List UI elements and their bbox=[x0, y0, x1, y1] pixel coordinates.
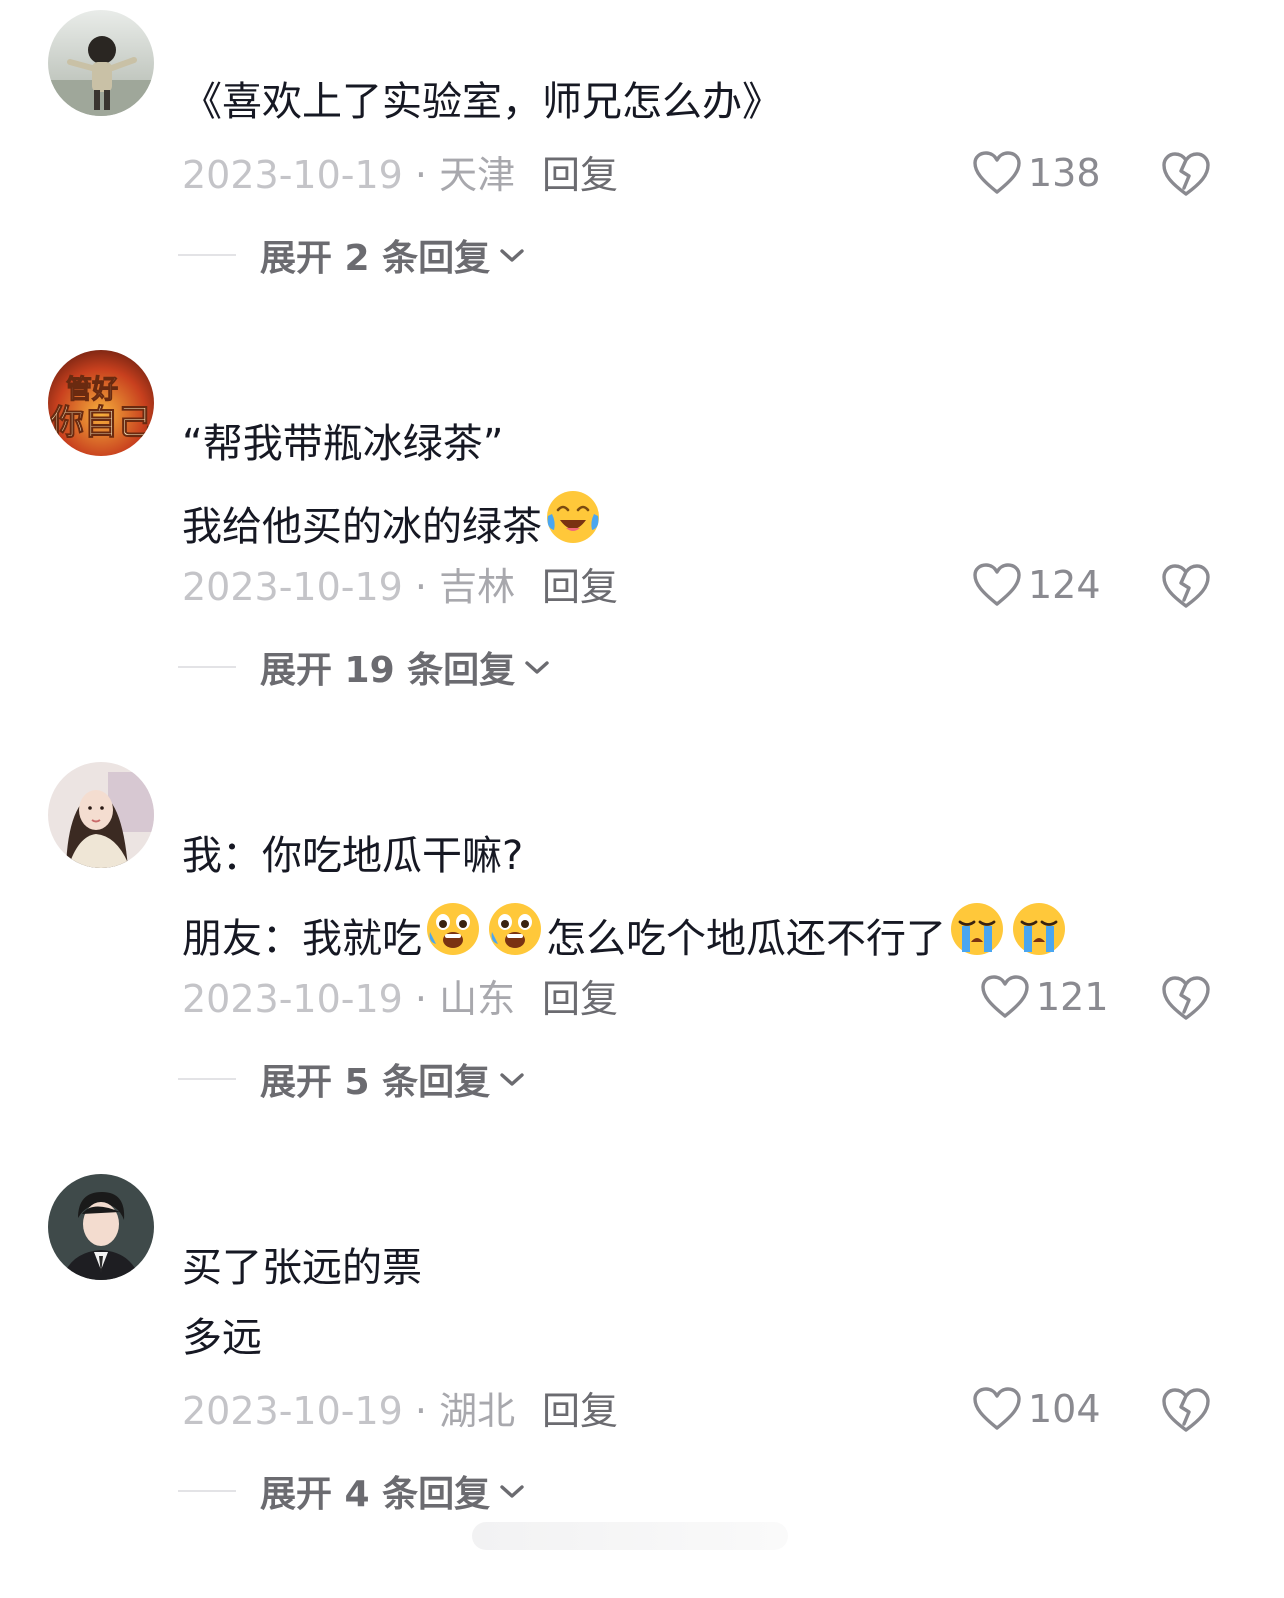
expand-replies-label: 展开 2 条回复 bbox=[260, 238, 491, 279]
loudly-crying-emoji bbox=[951, 903, 1003, 955]
expand-replies-label: 展开 5 条回复 bbox=[260, 1062, 491, 1103]
heart-icon bbox=[973, 563, 1021, 606]
expand-replies-button[interactable]: 展开 2 条回复 bbox=[260, 229, 526, 281]
avatar-text: 管好 bbox=[66, 375, 118, 405]
comment-text-part: 朋友：我就吃 bbox=[182, 916, 422, 962]
broken-heart-icon[interactable] bbox=[1160, 1386, 1212, 1436]
like-count: 138 bbox=[1028, 151, 1101, 195]
divider bbox=[178, 1490, 236, 1492]
broken-heart-icon[interactable] bbox=[1160, 562, 1212, 612]
chevron-down-icon bbox=[500, 1485, 524, 1498]
expand-replies-label: 展开 19 条回复 bbox=[260, 650, 516, 691]
divider bbox=[178, 254, 236, 256]
reply-button[interactable]: 回复 bbox=[542, 152, 618, 198]
meta-separator: · bbox=[402, 977, 440, 1021]
like-button[interactable]: 104 bbox=[972, 1386, 1101, 1432]
comment-text: 我：你吃地瓜干嘛? bbox=[182, 833, 524, 879]
expand-replies-row: 展开 2 条回复 bbox=[178, 229, 526, 281]
comment-text-part: 我给他买的冰的绿茶 bbox=[182, 504, 542, 550]
watermark-bar bbox=[472, 1522, 788, 1550]
expand-replies-row: 展开 5 条回复 bbox=[178, 1053, 526, 1105]
expand-replies-button[interactable]: 展开 5 条回复 bbox=[260, 1053, 526, 1105]
like-count: 121 bbox=[1036, 975, 1109, 1019]
chevron-down-icon bbox=[500, 1073, 524, 1086]
comment-text: “帮我带瓶冰绿茶” bbox=[182, 421, 504, 467]
like-button[interactable]: 124 bbox=[972, 562, 1101, 608]
divider bbox=[178, 1078, 236, 1080]
reply-button[interactable]: 回复 bbox=[542, 976, 618, 1022]
comment-text: 朋友：我就吃 怎么吃个地瓜还不行了 bbox=[182, 900, 1070, 965]
expand-replies-row: 展开 4 条回复 bbox=[178, 1465, 526, 1517]
comment-meta: 2023-10-19 · 山东 bbox=[182, 976, 515, 1022]
like-button[interactable]: 121 bbox=[980, 974, 1109, 1020]
like-button[interactable]: 138 bbox=[972, 150, 1101, 196]
crying-laughing-emoji bbox=[547, 491, 599, 543]
comment-date: 2023-10-19 bbox=[182, 977, 403, 1021]
comment-date: 2023-10-19 bbox=[182, 565, 403, 609]
like-count: 124 bbox=[1028, 563, 1101, 607]
reply-button[interactable]: 回复 bbox=[542, 1388, 618, 1434]
meta-separator: · bbox=[402, 1389, 440, 1433]
comment-text: 《喜欢上了实验室，师兄怎么办》 bbox=[182, 79, 782, 125]
comment-text: 多远 bbox=[182, 1315, 262, 1361]
broken-heart-icon[interactable] bbox=[1160, 150, 1212, 200]
avatar-image bbox=[48, 10, 154, 116]
divider bbox=[178, 666, 236, 668]
like-count: 104 bbox=[1028, 1387, 1101, 1431]
comment-location: 天津 bbox=[439, 153, 516, 197]
reply-button[interactable]: 回复 bbox=[542, 564, 618, 610]
comment-location: 山东 bbox=[439, 977, 516, 1021]
comment-date: 2023-10-19 bbox=[182, 1389, 403, 1433]
comment-text: 我给他买的冰的绿茶 bbox=[182, 488, 604, 553]
comment-location: 吉林 bbox=[439, 565, 516, 609]
expand-replies-row: 展开 19 条回复 bbox=[178, 641, 551, 693]
comment-meta: 2023-10-19 · 吉林 bbox=[182, 564, 515, 610]
comment-date: 2023-10-19 bbox=[182, 153, 403, 197]
loudly-crying-emoji bbox=[1013, 903, 1065, 955]
comment-text: 买了张远的票 bbox=[182, 1245, 422, 1291]
expand-replies-label: 展开 4 条回复 bbox=[260, 1474, 491, 1515]
expand-replies-button[interactable]: 展开 4 条回复 bbox=[260, 1465, 526, 1517]
comment-location: 湖北 bbox=[439, 1389, 516, 1433]
broken-heart-icon[interactable] bbox=[1160, 974, 1212, 1024]
avatar-image: 管好 你自己 bbox=[48, 350, 154, 456]
meta-separator: · bbox=[402, 153, 440, 197]
comment-text-part: 怎么吃个地瓜还不行了 bbox=[546, 916, 946, 962]
heart-icon bbox=[973, 1387, 1021, 1430]
avatar-image bbox=[48, 1174, 154, 1280]
avatar[interactable]: 管好 你自己 bbox=[48, 350, 154, 456]
chevron-down-icon bbox=[525, 661, 549, 674]
svg-text:你自己: 你自己 bbox=[49, 403, 152, 443]
avatar-image bbox=[48, 762, 154, 868]
avatar[interactable] bbox=[48, 10, 154, 116]
scared-emoji bbox=[489, 903, 541, 955]
expand-replies-button[interactable]: 展开 19 条回复 bbox=[260, 641, 551, 693]
comment-meta: 2023-10-19 · 湖北 bbox=[182, 1388, 515, 1434]
chevron-down-icon bbox=[500, 249, 524, 262]
scared-emoji bbox=[427, 903, 479, 955]
heart-icon bbox=[981, 975, 1029, 1018]
avatar[interactable] bbox=[48, 762, 154, 868]
comment-meta: 2023-10-19 · 天津 bbox=[182, 152, 515, 198]
avatar[interactable] bbox=[48, 1174, 154, 1280]
meta-separator: · bbox=[402, 565, 440, 609]
heart-icon bbox=[973, 151, 1021, 194]
